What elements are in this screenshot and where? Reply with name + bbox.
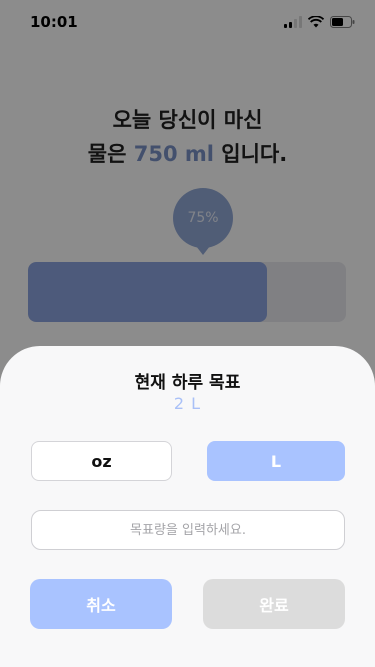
unit-l-button[interactable]: L <box>207 441 345 481</box>
status-time: 10:01 <box>30 13 78 31</box>
wifi-icon <box>308 16 324 28</box>
cancel-button[interactable]: 취소 <box>30 579 172 629</box>
unit-oz-button[interactable]: oz <box>31 441 172 481</box>
current-goal-value: 2 L <box>173 394 202 413</box>
sheet-title: 현재 하루 목표 <box>134 373 241 393</box>
goal-amount-input[interactable] <box>31 510 345 550</box>
battery-icon <box>330 16 355 28</box>
cellular-signal-icon <box>284 16 302 28</box>
status-icons <box>284 16 355 28</box>
goal-bottom-sheet: 현재 하루 목표 2 L oz L 취소 완료 <box>0 346 375 667</box>
done-button[interactable]: 완료 <box>203 579 345 629</box>
status-bar: 10:01 <box>0 0 375 44</box>
